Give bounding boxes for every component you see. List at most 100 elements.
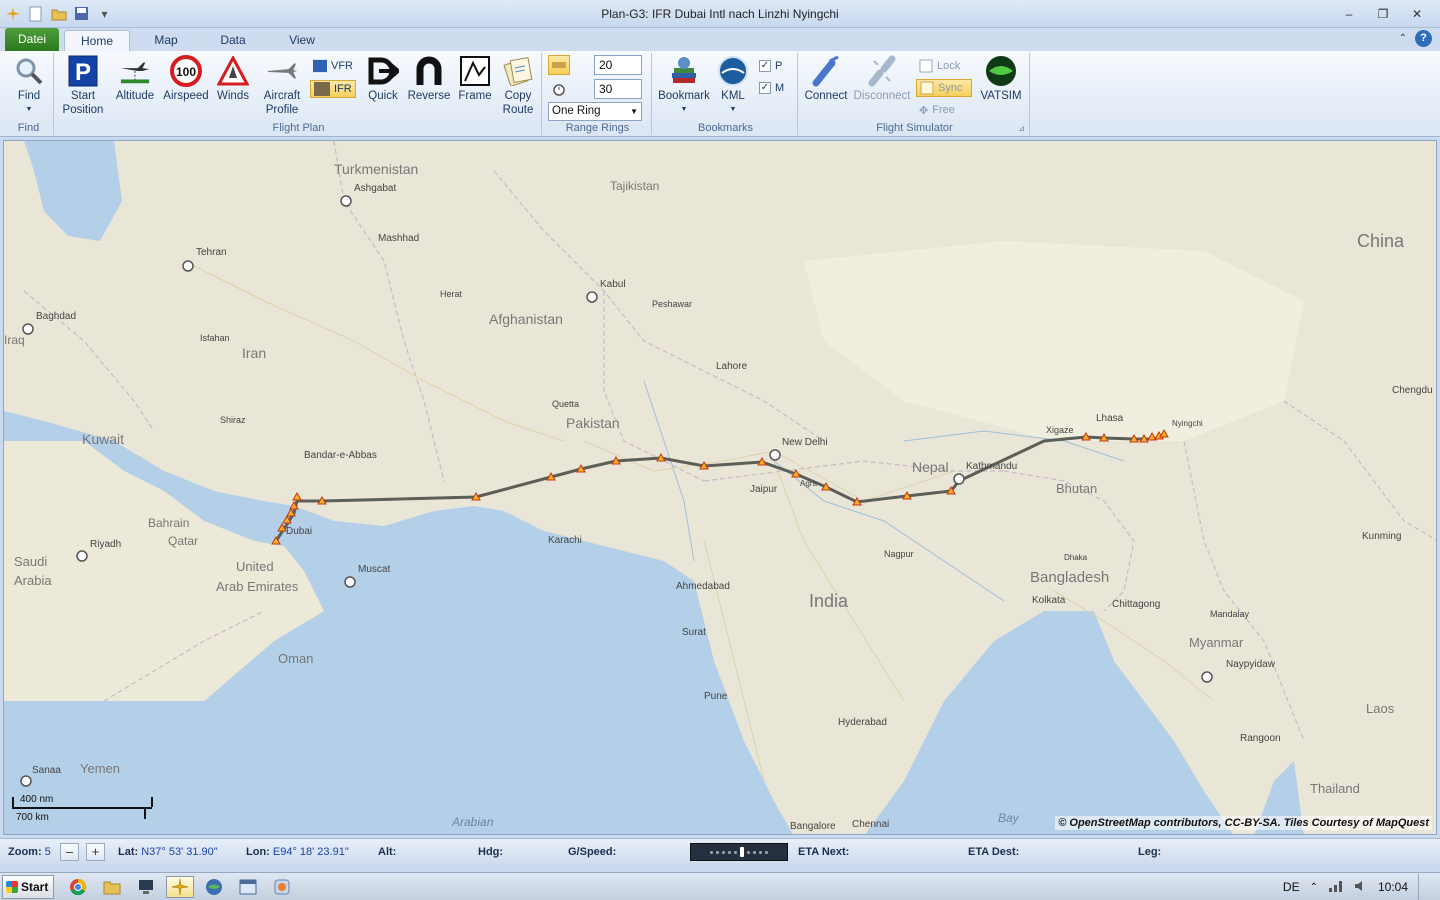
label-qatar: Qatar xyxy=(168,534,199,548)
bay-of-bengal xyxy=(865,611,1233,834)
map-view[interactable]: Turkmenistan Afghanistan Iran Pakistan K… xyxy=(3,140,1437,835)
group-find: Find ▼ Find xyxy=(4,53,54,135)
taskbar-computer-icon[interactable] xyxy=(132,876,160,898)
label-laos: Laos xyxy=(1366,701,1395,716)
map-attribution: © OpenStreetMap contributors, CC-BY-SA. … xyxy=(1055,816,1432,830)
capital-marker xyxy=(344,576,356,588)
show-desktop-button[interactable] xyxy=(1418,874,1428,900)
volume-icon[interactable] xyxy=(1354,880,1368,895)
map-scale-bar: 400 nm 700 km xyxy=(12,794,153,824)
disconnect-plug-icon xyxy=(866,55,898,87)
ifr-button[interactable]: IFR xyxy=(310,80,356,98)
kml-button[interactable]: KML ▼ xyxy=(716,55,750,117)
longitude-readout: Lon: E94° 18' 23.91" xyxy=(246,846,349,858)
restore-button[interactable]: ❐ xyxy=(1368,4,1398,24)
tab-view[interactable]: View xyxy=(276,30,328,51)
connect-button[interactable]: Connect xyxy=(802,55,850,103)
taskbar-globe-icon[interactable] xyxy=(200,876,228,898)
map-canvas xyxy=(4,141,1436,834)
disconnect-button[interactable]: Disconnect xyxy=(852,55,912,103)
m-label: M xyxy=(775,82,785,94)
airspeed-button[interactable]: 100 Airspeed xyxy=(160,55,212,103)
ribbon-collapse-icon[interactable]: ⌃ xyxy=(1399,33,1407,44)
m-checkbox[interactable]: ✓ M xyxy=(756,79,787,97)
label-united: United xyxy=(236,559,274,574)
label-arabian-sea: Arabian xyxy=(452,815,494,829)
aircraft-profile-button[interactable]: Aircraft Profile xyxy=(254,55,310,117)
quick-button[interactable]: Quick xyxy=(362,55,404,103)
label-mashhad: Mashhad xyxy=(378,233,420,244)
group-flight-simulator: Connect Disconnect Lock Sync ✥ Free VATS… xyxy=(800,53,1030,135)
range-ring-distance-input[interactable]: 20 xyxy=(594,55,642,75)
label-pune: Pune xyxy=(704,691,728,702)
taskbar-plang-icon[interactable] xyxy=(166,876,194,898)
free-button[interactable]: ✥ Free xyxy=(916,101,972,119)
longitude-value: E94° 18' 23.91" xyxy=(272,846,349,858)
label-bhutan: Bhutan xyxy=(1056,481,1098,496)
label-yemen: Yemen xyxy=(80,761,120,776)
heading-readout: Hdg: xyxy=(478,846,503,858)
range-ring-time-button[interactable] xyxy=(548,79,570,99)
winds-button[interactable]: Winds xyxy=(212,55,254,103)
frame-button[interactable]: Frame xyxy=(454,55,496,103)
ring-mode-select[interactable]: One Ring ▼ xyxy=(548,102,642,121)
start-position-label-1: Start xyxy=(70,90,96,102)
reverse-button[interactable]: Reverse xyxy=(406,55,452,103)
taskbar-explorer-icon[interactable] xyxy=(98,876,126,898)
p-checkbox[interactable]: ✓ P xyxy=(756,57,785,75)
close-button[interactable]: ✕ xyxy=(1402,4,1432,24)
groundspeed-readout: G/Speed: xyxy=(568,846,616,858)
label-bahrain: Bahrain xyxy=(148,516,190,530)
aircraft-profile-label-1: Aircraft xyxy=(263,90,301,102)
zoom-out-button[interactable]: – xyxy=(60,843,79,861)
tab-file[interactable]: Datei xyxy=(5,28,59,51)
vfr-label: VFR xyxy=(331,60,353,72)
taskbar-window-icon[interactable] xyxy=(234,876,262,898)
label-jaipur: Jaipur xyxy=(750,484,778,495)
bookmark-books-icon xyxy=(668,55,700,87)
help-icon[interactable]: ? xyxy=(1415,30,1432,47)
label-afghanistan: Afghanistan xyxy=(489,311,563,327)
network-icon[interactable] xyxy=(1328,880,1344,895)
altitude-button[interactable]: Altitude xyxy=(112,55,158,103)
ifr-label: IFR xyxy=(334,83,352,95)
range-ring-distance-button[interactable] xyxy=(548,55,570,75)
vatsim-button[interactable]: VATSIM xyxy=(976,55,1026,103)
label-shiraz: Shiraz xyxy=(220,415,246,425)
frame-label: Frame xyxy=(458,90,492,102)
start-position-button[interactable]: P Start Position xyxy=(58,55,108,117)
sync-button[interactable]: Sync xyxy=(916,79,972,97)
label-dubai: Dubai xyxy=(286,526,313,537)
tab-map[interactable]: Map xyxy=(140,30,192,51)
lock-button[interactable]: Lock xyxy=(916,57,972,75)
tray-expand-icon[interactable]: ⌃ xyxy=(1310,882,1318,893)
language-indicator[interactable]: DE xyxy=(1283,880,1300,894)
taskbar-app-icon[interactable] xyxy=(268,876,296,898)
quick-label: Quick xyxy=(368,90,398,102)
label-sanaa: Sanaa xyxy=(32,765,61,776)
clock[interactable]: 10:04 xyxy=(1378,880,1408,894)
group-bookmarks: Bookmark ▼ KML ▼ ✓ P ✓ M Bookmarks xyxy=(654,53,798,135)
vfr-button[interactable]: VFR xyxy=(310,57,356,75)
find-button[interactable]: Find ▼ xyxy=(10,55,48,117)
connection-progress-indicator xyxy=(690,843,788,861)
label-agra: Agra xyxy=(800,479,817,488)
sync-icon xyxy=(920,81,934,95)
label-nyingchi: Nyingchi xyxy=(1172,419,1203,428)
copy-route-button[interactable]: Copy Route xyxy=(498,55,538,117)
zoom-in-button[interactable]: + xyxy=(86,843,105,861)
bookmark-button[interactable]: Bookmark ▼ xyxy=(656,55,712,117)
tab-home[interactable]: Home xyxy=(64,30,130,51)
start-button[interactable]: Start xyxy=(2,875,54,899)
altitude-plane-icon xyxy=(119,55,151,87)
range-ring-time-input[interactable]: 30 xyxy=(594,79,642,99)
group-range-rings: 20 30 One Ring ▼ Range Rings xyxy=(544,53,652,135)
tab-data[interactable]: Data xyxy=(208,30,258,51)
sync-label: Sync xyxy=(938,82,963,94)
dialog-launcher-icon[interactable]: ⊿ xyxy=(1018,124,1025,133)
taskbar-chrome-icon[interactable] xyxy=(64,876,92,898)
capital-marker xyxy=(182,260,194,272)
find-label: Find xyxy=(17,90,41,102)
label-riyadh: Riyadh xyxy=(90,539,122,550)
minimize-button[interactable]: – xyxy=(1334,4,1364,24)
